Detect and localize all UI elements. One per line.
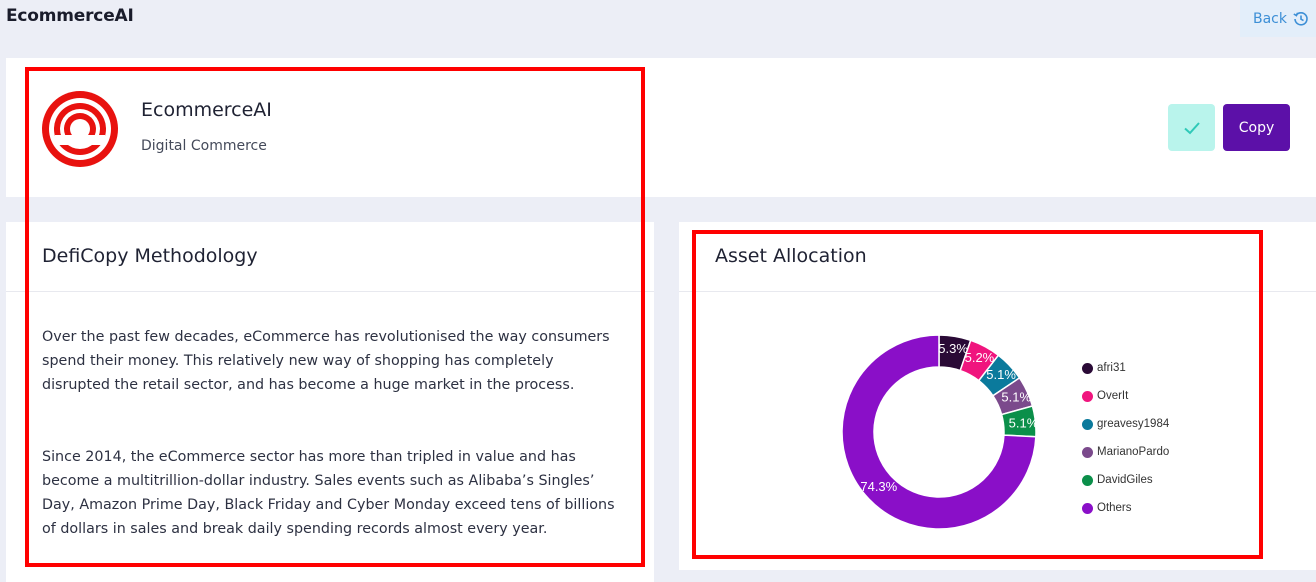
card-divider: [6, 291, 654, 292]
chart-legend: afri31 OverIt greavesy1984 MarianoPardo Davi…: [1082, 354, 1169, 522]
legend-swatch: [1082, 474, 1093, 486]
legend-label: afri31: [1097, 362, 1126, 374]
check-icon: [1183, 121, 1200, 134]
methodology-paragraph: Since 2014, the eCommerce sector has mor…: [42, 449, 615, 537]
card-divider: [679, 291, 1316, 292]
slice-label-MarianoPardo: 5.1%: [1001, 389, 1031, 404]
slice-label-OverIt: 5.2%: [965, 350, 995, 365]
history-icon: [1293, 11, 1308, 26]
legend-item-DavidGiles[interactable]: DavidGiles: [1082, 466, 1169, 494]
legend-label: MarianoPardo: [1097, 446, 1170, 458]
legend-swatch: [1082, 418, 1093, 430]
back-button[interactable]: Back: [1240, 0, 1316, 37]
confirm-button[interactable]: [1168, 104, 1215, 151]
methodology-paragraph: Over the past few decades, eCommerce has…: [42, 329, 610, 393]
legend-label: OverIt: [1097, 390, 1129, 402]
legend-item-Others[interactable]: Others: [1082, 494, 1169, 522]
legend-item-OverIt[interactable]: OverIt: [1082, 382, 1169, 410]
copy-button[interactable]: Copy: [1223, 104, 1290, 151]
legend-swatch: [1082, 446, 1093, 458]
legend-label: DavidGiles: [1097, 474, 1153, 486]
legend-label: Others: [1097, 502, 1132, 514]
brand-name: EcommerceAI: [141, 99, 272, 121]
legend-swatch: [1082, 502, 1093, 514]
app-title: EcommerceAI: [6, 6, 134, 26]
legend-swatch: [1082, 362, 1093, 374]
slice-label-greavesy1984: 5.1%: [986, 367, 1016, 382]
legend-item-MarianoPardo[interactable]: MarianoPardo: [1082, 438, 1169, 466]
legend-label: greavesy1984: [1097, 418, 1170, 430]
brand-category: Digital Commerce: [141, 138, 267, 154]
back-label: Back: [1253, 10, 1287, 27]
allocation-donut-chart: 5.3%5.2%5.1%5.1%5.1%74.3%: [841, 334, 1039, 530]
methodology-card: DefiCopy Methodology Over the past few d…: [6, 222, 654, 582]
profile-card: EcommerceAI Digital Commerce Copy: [6, 58, 1316, 197]
legend-item-afri31[interactable]: afri31: [1082, 354, 1169, 382]
legend-swatch: [1082, 390, 1093, 402]
allocation-title: Asset Allocation: [715, 245, 867, 267]
asset-allocation-card: Asset Allocation 5.3% 5.2% 5.1% 5.1% 5.1% 74.…: [679, 222, 1316, 570]
brand-logo: [42, 91, 118, 167]
slice-label-DavidGiles: 5.1%: [1009, 416, 1039, 431]
slice-label-Others: 74.3%: [860, 479, 897, 494]
legend-item-greavesy1984[interactable]: greavesy1984: [1082, 410, 1169, 438]
methodology-title: DefiCopy Methodology: [42, 245, 258, 267]
